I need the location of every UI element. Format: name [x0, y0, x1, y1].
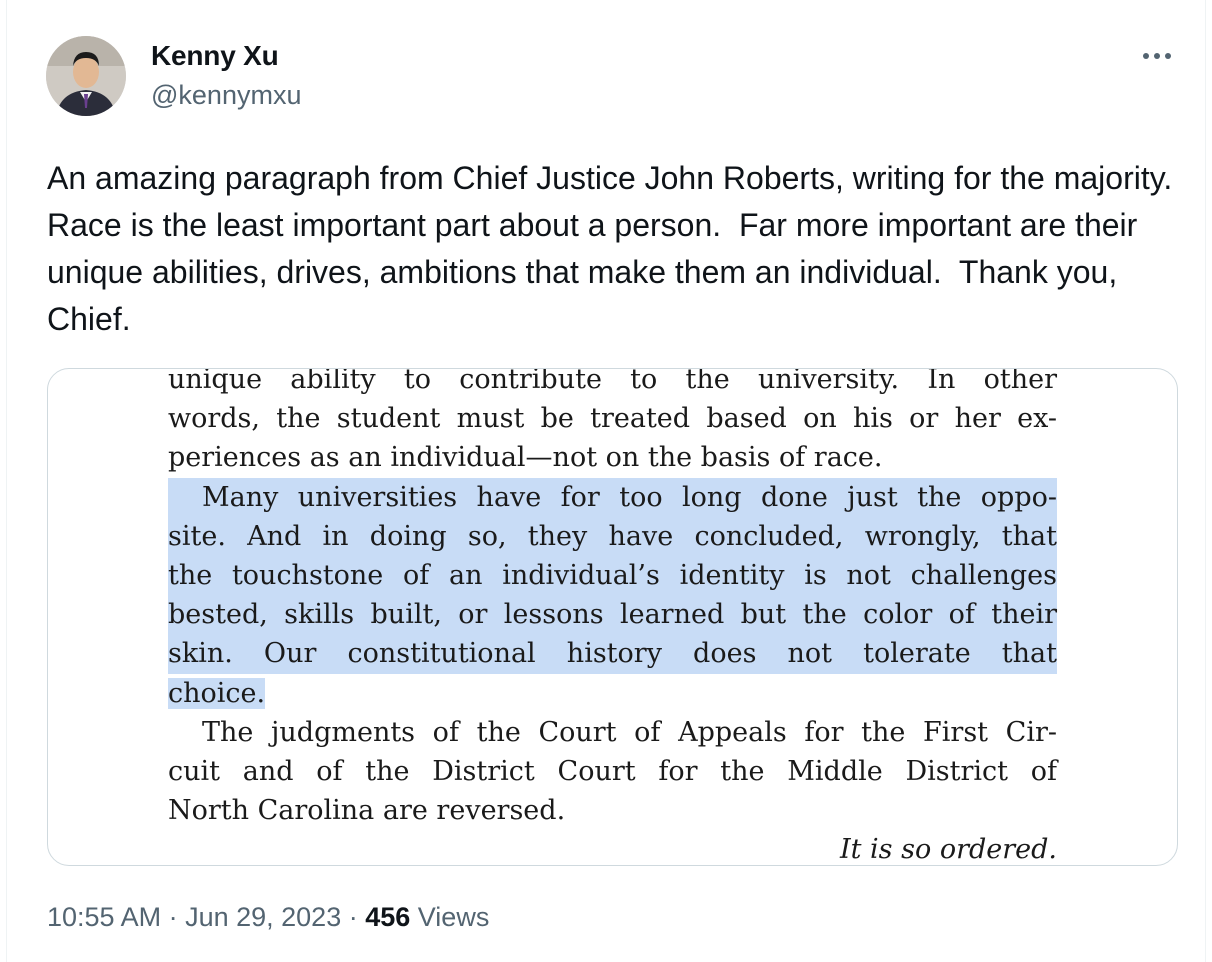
tweet-image[interactable]: unique ability to contribute to the univ… — [47, 368, 1178, 866]
highlighted-run: choice. — [168, 677, 266, 709]
avatar-photo — [46, 36, 126, 116]
tweet-text: An amazing paragraph from Chief Justice … — [47, 160, 1191, 337]
document-excerpt: unique ability to contribute to the univ… — [168, 368, 1057, 866]
document-line: unique ability to contribute to the univ… — [168, 368, 1057, 395]
meta-separator: · — [161, 902, 186, 932]
highlighted-line: bested, skills built, or lessons learned… — [168, 595, 1057, 635]
highlighted-line: the touchstone of an individual’s identi… — [168, 555, 1057, 596]
document-line: periences as an individual—not on the ba… — [168, 442, 883, 474]
highlighted-line: skin. Our constitutional history does no… — [168, 634, 1057, 674]
tweet-card: Kenny Xu @kennymxu An amazing paragraph … — [6, 0, 1206, 962]
more-horizontal-icon — [1143, 53, 1171, 59]
document-line: cuit and of the District Court for the M… — [168, 755, 1057, 787]
highlighted-line: site. And in doing so, they have conclud… — [168, 516, 1057, 556]
document-closing-line: It is so ordered. — [839, 834, 1057, 866]
author-handle[interactable]: @kennymxu — [151, 80, 301, 111]
highlighted-line: Many universities have for too long done… — [168, 477, 1057, 517]
highlighted-line-end: choice. — [168, 674, 1057, 713]
document-line: words, the student must be treated based… — [168, 403, 1057, 435]
tweet-metadata: 10:55 AM · Jun 29, 2023 · 456 Views — [47, 902, 489, 933]
views-count[interactable]: 456 — [365, 902, 410, 932]
tweet-time[interactable]: 10:55 AM — [47, 902, 161, 932]
more-options-button[interactable] — [1135, 40, 1179, 72]
meta-separator: · — [341, 902, 366, 932]
document-line: The judgments of the Court of Appeals fo… — [202, 716, 1057, 748]
avatar[interactable] — [46, 36, 126, 116]
views-label[interactable]: Views — [410, 902, 490, 932]
author-display-name[interactable]: Kenny Xu — [151, 40, 279, 72]
document-line: North Carolina are reversed. — [168, 795, 566, 827]
tweet-date[interactable]: Jun 29, 2023 — [185, 902, 341, 932]
